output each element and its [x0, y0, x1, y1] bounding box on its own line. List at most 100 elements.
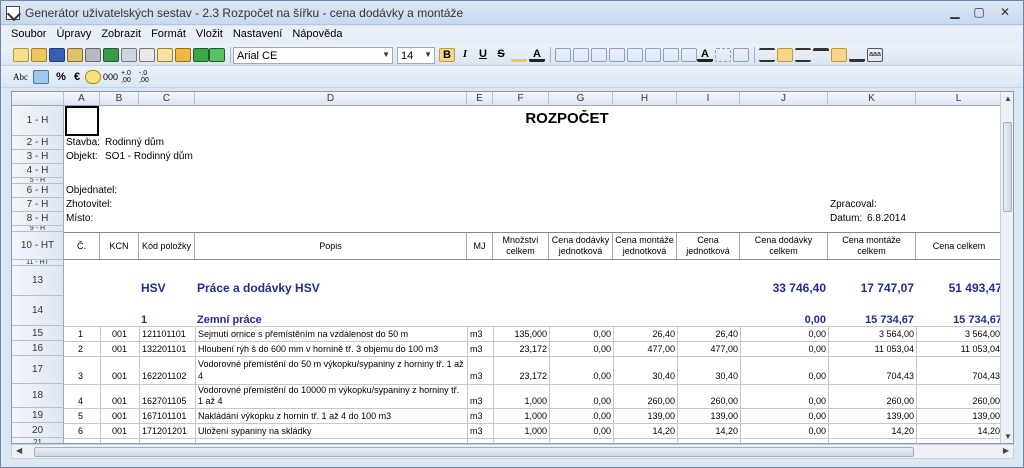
align-right-icon[interactable] [795, 48, 811, 62]
strike-button[interactable]: S [493, 48, 509, 62]
valign-bottom-icon[interactable] [849, 48, 865, 62]
row-header[interactable]: 17 [12, 356, 64, 384]
row-header[interactable]: 19 [12, 408, 64, 423]
align-left-icon[interactable] [759, 48, 775, 62]
increase-decimal-icon[interactable]: +.0,00 [121, 70, 137, 84]
find-icon[interactable] [121, 48, 137, 62]
scroll-left-icon[interactable]: ◀ [16, 446, 22, 455]
border-all-icon[interactable] [555, 48, 571, 62]
col-header-h[interactable]: H [613, 92, 677, 106]
menu-zobrazit[interactable]: Zobrazit [96, 26, 146, 40]
border-bottom-icon[interactable] [663, 48, 679, 62]
row-header[interactable]: 8 - H [12, 212, 64, 226]
grid-lines-icon[interactable] [715, 48, 731, 62]
vertical-scrollbar[interactable]: ▲ ▼ [1000, 92, 1013, 443]
merge-icon[interactable] [733, 48, 749, 62]
text-color-icon[interactable]: A [697, 48, 713, 62]
item-cj: 260,00 [710, 396, 738, 406]
spreadsheet-grid[interactable]: A B C D E F G H I J K L 1 - H 2 - H 3 - … [11, 91, 1014, 444]
col-header-j[interactable]: J [740, 92, 828, 106]
scroll-up-icon[interactable]: ▲ [1004, 94, 1012, 103]
green-box-icon[interactable] [193, 48, 209, 62]
border-inner-icon[interactable] [591, 48, 607, 62]
save-icon[interactable] [49, 48, 65, 62]
print-icon[interactable] [85, 48, 101, 62]
border-none-icon[interactable] [681, 48, 697, 62]
wrap-text-icon[interactable]: aaa [867, 48, 883, 62]
row-header[interactable]: 13 [12, 266, 64, 296]
horizontal-scrollbar[interactable]: ◀ ▶ [11, 444, 1014, 459]
align-center-icon[interactable] [777, 48, 793, 62]
font-select[interactable]: Arial CE ▼ [233, 47, 393, 64]
row-header[interactable]: 1 - H [12, 106, 64, 136]
row-header[interactable]: 2 - H [12, 136, 64, 150]
fill-color-icon[interactable] [511, 48, 527, 62]
row-header[interactable]: 16 [12, 341, 64, 356]
border-top-icon[interactable] [645, 48, 661, 62]
table-icon[interactable] [157, 48, 173, 62]
currency-icon[interactable] [33, 70, 49, 84]
close-button[interactable]: ✕ [995, 5, 1015, 21]
page-icon[interactable] [139, 48, 155, 62]
col-header-b[interactable]: B [100, 92, 139, 106]
row-header[interactable]: 7 - H [12, 198, 64, 212]
col-header-k[interactable]: K [828, 92, 916, 106]
valign-middle-icon[interactable] [831, 48, 847, 62]
col-header-g[interactable]: G [549, 92, 613, 106]
columns-icon[interactable] [175, 48, 191, 62]
open-folder-icon[interactable] [31, 48, 47, 62]
folder-icon[interactable] [67, 48, 83, 62]
excel-icon[interactable] [103, 48, 119, 62]
row-header[interactable]: 15 [12, 326, 64, 341]
menu-soubor[interactable]: Soubor [6, 26, 51, 40]
col-header-e[interactable]: E [467, 92, 493, 106]
chart-icon[interactable] [209, 48, 225, 62]
border-left-icon[interactable] [609, 48, 625, 62]
minimize-button[interactable]: ▁ [945, 5, 965, 21]
col-header-a[interactable]: A [64, 92, 100, 106]
underline-button[interactable]: U [475, 48, 491, 62]
border-right-icon[interactable] [627, 48, 643, 62]
col-header-l[interactable]: L [916, 92, 1002, 106]
menu-upravy[interactable]: Úpravy [51, 26, 96, 40]
menu-nastaveni[interactable]: Nastavení [228, 26, 288, 40]
valign-top-icon[interactable] [813, 48, 829, 62]
row-header[interactable]: 3 - H [12, 150, 64, 164]
border-outer-icon[interactable] [573, 48, 589, 62]
menu-vlozit[interactable]: Vložit [191, 26, 228, 40]
thousands-button[interactable]: 000 [103, 70, 121, 84]
objekt-label: Objekt: [66, 151, 98, 162]
menu-napoveda[interactable]: Nápověda [287, 26, 347, 40]
vertical-scroll-thumb[interactable] [1003, 122, 1012, 212]
scroll-right-icon[interactable]: ▶ [1003, 446, 1009, 455]
item-cc: 139,00 [972, 411, 1000, 421]
italic-button[interactable]: I [457, 48, 473, 62]
col-header-i[interactable]: I [677, 92, 740, 106]
scroll-down-icon[interactable]: ▼ [1004, 432, 1012, 441]
clock-icon[interactable] [85, 70, 101, 84]
size-select[interactable]: 14 ▼ [397, 47, 435, 64]
abc-button[interactable]: Abc [13, 70, 31, 84]
maximize-button[interactable]: ▢ [969, 5, 989, 21]
col-header-d[interactable]: D [195, 92, 467, 106]
horizontal-scroll-thumb[interactable] [34, 447, 914, 457]
col-header-f[interactable]: F [493, 92, 549, 106]
col-header-c[interactable]: C [139, 92, 195, 106]
item-cdc: 0,00 [808, 371, 826, 381]
decrease-decimal-icon[interactable]: -.0,00 [139, 70, 155, 84]
row-header[interactable]: 14 [12, 296, 64, 326]
bold-button[interactable]: B [439, 48, 455, 62]
bell-icon[interactable] [13, 48, 29, 62]
row-header[interactable]: 20 [12, 423, 64, 438]
menu-format[interactable]: Formát [146, 26, 191, 40]
selected-cell[interactable] [65, 106, 99, 136]
euro-button[interactable]: € [69, 70, 85, 84]
row-header[interactable]: 10 - HT [12, 232, 64, 260]
row-header[interactable]: 18 [12, 384, 64, 408]
corner-header[interactable] [12, 92, 64, 106]
row-header[interactable]: 4 - H [12, 164, 64, 178]
font-color-icon[interactable]: A [529, 48, 545, 62]
percent-button[interactable]: % [53, 70, 69, 84]
row-header[interactable]: 6 - H [12, 184, 64, 198]
item-cj: 477,00 [710, 344, 738, 354]
